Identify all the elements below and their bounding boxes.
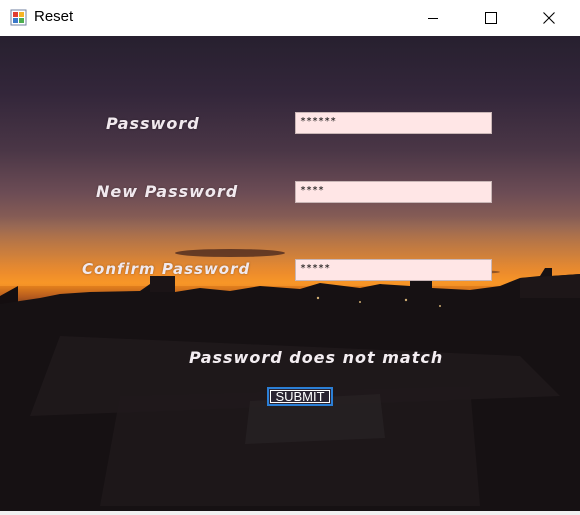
password-label: Password <box>106 114 200 133</box>
confirm-password-label: Confirm Password <box>82 260 251 278</box>
form-client-area: Password ****** New Password **** Confir… <box>0 36 580 511</box>
password-field[interactable]: ****** <box>295 112 492 134</box>
window-bottom-edge <box>0 511 580 515</box>
submit-button[interactable]: SUBMIT <box>267 387 333 406</box>
password-mismatch-message: Password does not match <box>189 348 444 367</box>
title-bar[interactable]: Reset <box>0 0 580 36</box>
confirm-password-field[interactable]: ***** <box>295 259 492 281</box>
new-password-field[interactable]: **** <box>295 181 492 203</box>
new-password-label: New Password <box>96 182 239 201</box>
reset-window: Reset Password ****** New Password **** … <box>0 0 580 515</box>
maximize-button[interactable] <box>462 0 520 36</box>
maximize-icon <box>485 9 497 28</box>
app-icon <box>10 9 27 26</box>
close-button[interactable] <box>520 0 578 36</box>
window-title: Reset <box>34 8 74 25</box>
close-icon <box>543 9 555 28</box>
minimize-button[interactable] <box>404 0 462 36</box>
minimize-icon <box>427 9 439 28</box>
